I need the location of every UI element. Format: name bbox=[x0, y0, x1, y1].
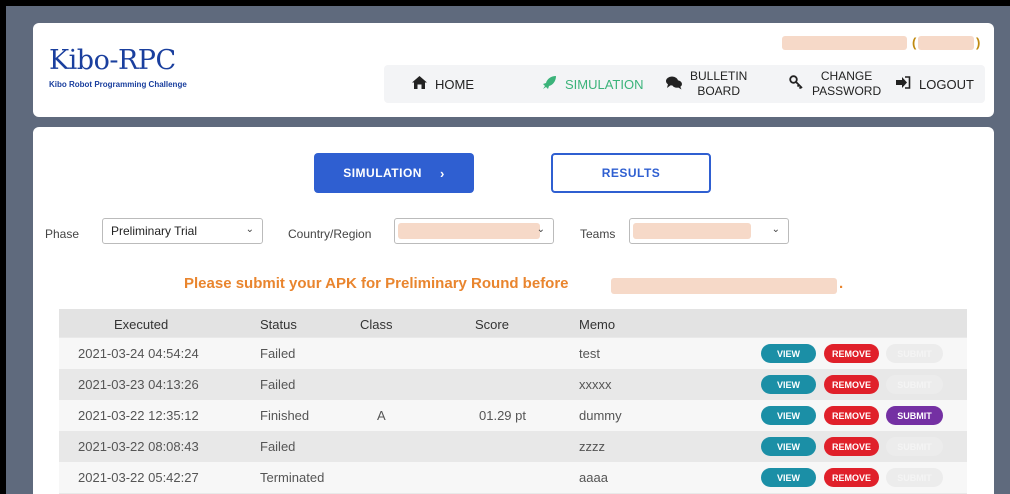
view-button[interactable]: VIEW bbox=[761, 375, 816, 394]
submit-button[interactable]: SUBMIT bbox=[886, 468, 943, 487]
results-table: Executed Status Class Score Memo 2021-03… bbox=[59, 309, 967, 494]
country-region-select[interactable]: ⌄ bbox=[394, 218, 554, 244]
header-status: Status bbox=[260, 317, 297, 332]
window-frame-left bbox=[0, 0, 6, 494]
phase-label: Phase bbox=[45, 227, 80, 241]
nav-simulation[interactable]: SIMULATION bbox=[542, 65, 644, 103]
key-icon bbox=[789, 75, 804, 93]
user-paren-close: ) bbox=[976, 35, 981, 50]
simulation-tab-label: SIMULATION bbox=[343, 166, 422, 180]
chevron-down-icon: ⌄ bbox=[771, 224, 780, 235]
results-tab-button[interactable]: RESULTS bbox=[551, 153, 711, 193]
results-tab-label: RESULTS bbox=[601, 166, 661, 180]
nav-bulletin-line2: BOARD bbox=[697, 84, 741, 98]
chevron-down-icon: ⌄ bbox=[245, 224, 254, 235]
nav-logout-label: LOGOUT bbox=[919, 76, 974, 92]
nav-home-label: HOME bbox=[435, 76, 474, 92]
view-button[interactable]: VIEW bbox=[761, 406, 816, 425]
cell-status: Failed bbox=[260, 439, 296, 454]
user-paren-open: ( bbox=[912, 35, 917, 50]
submit-button[interactable]: SUBMIT bbox=[886, 375, 943, 394]
table-row: 2021-03-22 12:35:12 Finished A 01.29 pt … bbox=[59, 400, 967, 431]
nav-change-password[interactable]: CHANGE PASSWORD bbox=[789, 65, 881, 103]
cell-executed: 2021-03-23 04:13:26 bbox=[78, 377, 199, 392]
notice-period: . bbox=[839, 275, 844, 292]
logout-icon bbox=[896, 76, 911, 92]
redacted-country bbox=[398, 223, 540, 239]
table-row: 2021-03-22 08:08:43 Failed zzzz VIEW REM… bbox=[59, 431, 967, 462]
remove-button[interactable]: REMOVE bbox=[824, 375, 879, 394]
redacted-team-select bbox=[633, 223, 751, 239]
phase-select-value: Preliminary Trial bbox=[111, 224, 198, 238]
submit-button[interactable]: SUBMIT bbox=[886, 437, 943, 456]
table-header: Executed Status Class Score Memo bbox=[59, 309, 967, 337]
header-executed: Executed bbox=[114, 317, 169, 332]
teams-label: Teams bbox=[580, 227, 616, 241]
brand-title[interactable]: Kibo-RPC bbox=[49, 45, 176, 76]
chevron-right-icon: › bbox=[439, 165, 445, 181]
cell-memo: dummy bbox=[579, 408, 622, 423]
view-button[interactable]: VIEW bbox=[761, 437, 816, 456]
view-button[interactable]: VIEW bbox=[761, 344, 816, 363]
chevron-down-icon: ⌄ bbox=[536, 224, 545, 235]
header-score: Score bbox=[475, 317, 509, 332]
remove-button[interactable]: REMOVE bbox=[824, 437, 879, 456]
home-icon bbox=[412, 76, 427, 92]
teams-select[interactable]: ⌄ bbox=[629, 218, 789, 244]
table-row: 2021-03-23 04:13:26 Failed xxxxx VIEW RE… bbox=[59, 369, 967, 400]
header-class: Class bbox=[360, 317, 393, 332]
country-region-label: Country/Region bbox=[288, 227, 372, 241]
submission-notice: Please submit your APK for Preliminary R… bbox=[184, 275, 569, 292]
cell-executed: 2021-03-22 12:35:12 bbox=[78, 408, 199, 423]
cell-status: Failed bbox=[260, 346, 296, 361]
brand-subtitle: Kibo Robot Programming Challenge bbox=[49, 80, 187, 89]
cell-memo: xxxxx bbox=[579, 377, 612, 392]
remove-button[interactable]: REMOVE bbox=[824, 344, 879, 363]
submit-button[interactable]: SUBMIT bbox=[886, 344, 943, 363]
remove-button[interactable]: REMOVE bbox=[824, 406, 879, 425]
nav-bulletin-label: BULLETIN BOARD bbox=[690, 69, 747, 99]
cell-executed: 2021-03-22 05:42:27 bbox=[78, 470, 199, 485]
redacted-deadline bbox=[611, 278, 837, 294]
user-info: ( ) bbox=[782, 35, 982, 50]
cell-status: Failed bbox=[260, 377, 296, 392]
nav-bulletin-board[interactable]: BULLETIN BOARD bbox=[666, 65, 747, 103]
cell-memo: aaaa bbox=[579, 470, 608, 485]
cell-memo: zzzz bbox=[579, 439, 605, 454]
cell-memo: test bbox=[579, 346, 600, 361]
redacted-username bbox=[782, 36, 907, 50]
simulation-tab-button[interactable]: SIMULATION › bbox=[314, 153, 474, 193]
cell-status: Finished bbox=[260, 408, 310, 423]
cell-executed: 2021-03-24 04:54:24 bbox=[78, 346, 199, 361]
cell-score: 01.29 pt bbox=[479, 408, 526, 423]
nav-home[interactable]: HOME bbox=[412, 65, 474, 103]
table-row: 2021-03-22 05:42:27 Terminated aaaa VIEW… bbox=[59, 462, 967, 493]
header: Kibo-RPC Kibo Robot Programming Challeng… bbox=[33, 23, 994, 117]
nav-bulletin-line1: BULLETIN bbox=[690, 69, 748, 83]
main-panel: SIMULATION › RESULTS Phase Preliminary T… bbox=[33, 127, 994, 494]
nav-simulation-label: SIMULATION bbox=[565, 76, 644, 92]
main-nav: HOME SIMULATION BULLETIN BOARD CHANGE PA… bbox=[384, 65, 985, 103]
nav-change-line2: PASSWORD bbox=[812, 84, 882, 98]
cell-executed: 2021-03-22 08:08:43 bbox=[78, 439, 199, 454]
cell-status: Terminated bbox=[260, 470, 325, 485]
redacted-team bbox=[918, 36, 974, 50]
header-memo: Memo bbox=[579, 317, 616, 332]
nav-logout[interactable]: LOGOUT bbox=[896, 65, 974, 103]
phase-select[interactable]: Preliminary Trial ⌄ bbox=[102, 218, 263, 244]
view-button[interactable]: VIEW bbox=[761, 468, 816, 487]
chat-bubbles-icon bbox=[666, 76, 682, 93]
nav-change-line1: CHANGE bbox=[820, 69, 873, 83]
nav-change-password-label: CHANGE PASSWORD bbox=[812, 69, 881, 99]
window-frame-top bbox=[0, 0, 1010, 6]
remove-button[interactable]: REMOVE bbox=[824, 468, 879, 487]
submit-button[interactable]: SUBMIT bbox=[886, 406, 943, 425]
notice-text: Please submit your APK for Preliminary R… bbox=[184, 275, 569, 292]
table-row: 2021-03-24 04:54:24 Failed test VIEW REM… bbox=[59, 338, 967, 369]
rocket-icon bbox=[542, 75, 557, 93]
cell-class: A bbox=[377, 408, 386, 423]
